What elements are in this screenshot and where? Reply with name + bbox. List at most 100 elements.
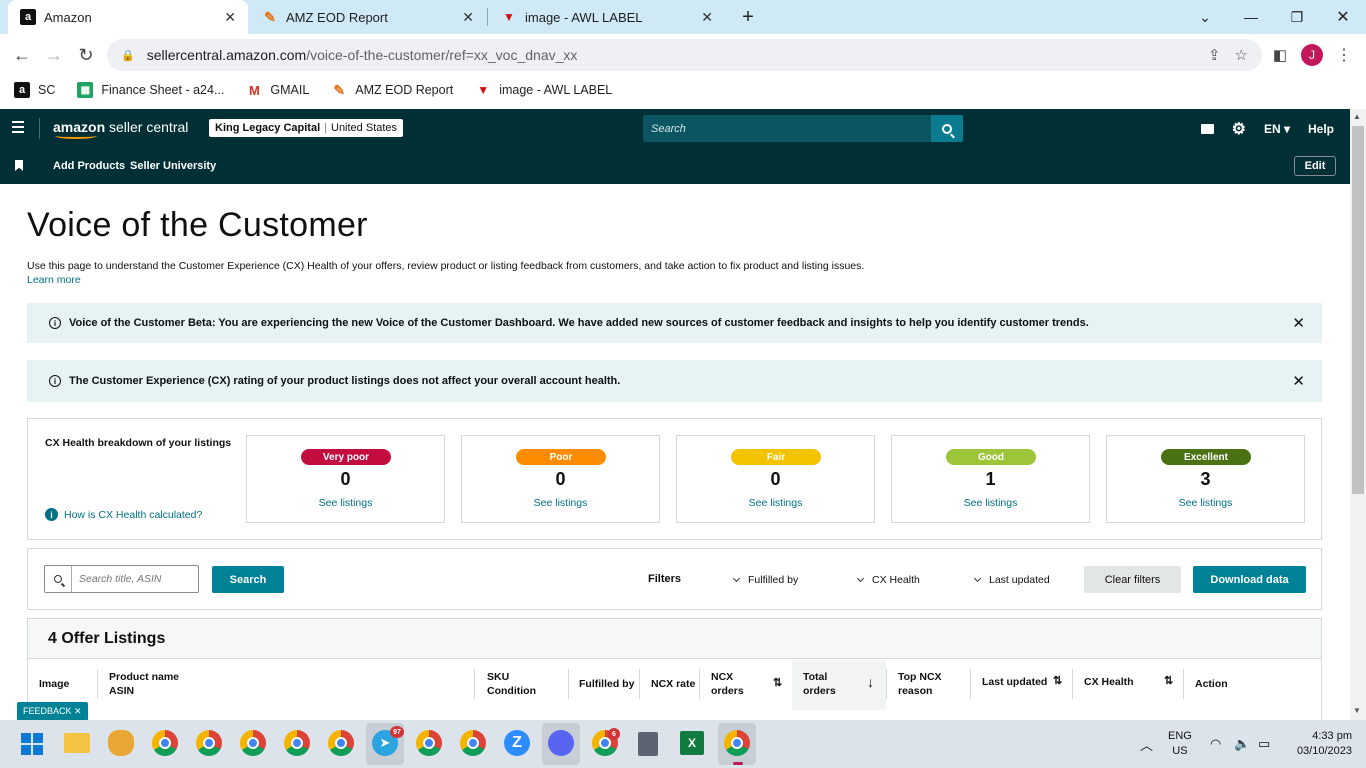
discord-app[interactable] xyxy=(542,723,580,765)
tab-amz-eod-report[interactable]: ✎ AMZ EOD Report ✕ xyxy=(250,0,486,34)
cx-health-dropdown[interactable]: CX Health xyxy=(856,574,920,586)
zoom-icon[interactable]: Z xyxy=(504,730,530,756)
clear-filters-button[interactable]: Clear filters xyxy=(1084,566,1181,593)
back-button[interactable]: ← xyxy=(8,41,36,69)
clock-time: 4:33 pm xyxy=(1312,730,1352,742)
col-top-ncx-reason[interactable]: Top NCX reason xyxy=(898,670,942,698)
bookmark-finance-sheet[interactable]: ▦ Finance Sheet - a24... xyxy=(77,82,224,98)
nav-add-products[interactable]: Add Products xyxy=(53,160,125,172)
language-indicator[interactable]: ENG US xyxy=(1168,720,1192,768)
file-explorer-icon[interactable] xyxy=(64,733,90,753)
sort-icon[interactable]: ⇅ xyxy=(1164,674,1173,687)
bookmark-gmail[interactable]: M GMAIL xyxy=(246,82,309,98)
search-button[interactable]: Search xyxy=(212,566,284,593)
seller-central-logo[interactable]: amazon seller central xyxy=(53,119,188,139)
chrome-icon[interactable] xyxy=(328,730,354,756)
close-icon[interactable]: ✕ xyxy=(462,9,474,26)
chrome-icon[interactable] xyxy=(284,730,310,756)
chrome-icon[interactable] xyxy=(460,730,486,756)
see-listings-link[interactable]: See listings xyxy=(1107,497,1304,509)
bookmark-star-icon[interactable]: ☆ xyxy=(1235,46,1248,64)
account-switcher[interactable]: King Legacy Capital | United States xyxy=(209,119,404,137)
chrome-icon[interactable] xyxy=(416,730,442,756)
see-listings-link[interactable]: See listings xyxy=(247,497,444,509)
mail-icon[interactable] xyxy=(1200,123,1214,134)
see-listings-link[interactable]: See listings xyxy=(677,497,874,509)
see-listings-link[interactable]: See listings xyxy=(892,497,1089,509)
chrome-icon[interactable] xyxy=(240,730,266,756)
scrollbar-thumb[interactable] xyxy=(1352,126,1364,494)
bookmark-icon[interactable] xyxy=(15,160,23,171)
nav-seller-university[interactable]: Seller University xyxy=(130,160,216,172)
telegram-app[interactable]: ➤ 97 xyxy=(366,723,404,765)
amazon-smile-icon xyxy=(55,133,97,139)
battery-icon[interactable]: ▭ xyxy=(1258,720,1270,768)
close-window-button[interactable]: ✕ xyxy=(1320,0,1366,34)
feedback-tab[interactable]: FEEDBACK ✕ xyxy=(17,702,88,720)
sort-descending-icon[interactable]: ↓ xyxy=(867,674,874,690)
bookmark-awl-label[interactable]: ▼ image - AWL LABEL xyxy=(475,82,612,98)
help-link[interactable]: Help xyxy=(1308,122,1334,136)
header-search-button[interactable] xyxy=(931,115,963,142)
scroll-up-arrow-icon[interactable]: ▲ xyxy=(1353,112,1361,121)
calculator-icon[interactable] xyxy=(638,732,658,756)
col-cx-health[interactable]: CX Health xyxy=(1084,675,1134,689)
bookmark-amz-eod-report[interactable]: ✎ AMZ EOD Report xyxy=(331,82,453,98)
listing-search-field[interactable] xyxy=(44,565,199,593)
close-icon[interactable]: ✕ xyxy=(1292,314,1305,332)
close-icon[interactable]: ✕ xyxy=(74,706,82,717)
address-bar[interactable]: 🔒 sellercentral.amazon.com /voice-of-the… xyxy=(107,39,1262,71)
app-icon[interactable] xyxy=(108,730,134,756)
notification-badge: 97 xyxy=(390,726,404,738)
col-last-updated[interactable]: Last updated xyxy=(982,675,1047,689)
col-ncx-rate[interactable]: NCX rate xyxy=(651,677,695,691)
close-icon[interactable]: ✕ xyxy=(1292,372,1305,390)
close-icon[interactable]: ✕ xyxy=(701,9,713,26)
chrome-icon[interactable] xyxy=(196,730,222,756)
tab-awl-label[interactable]: ▼ image - AWL LABEL ✕ xyxy=(489,0,725,34)
forward-button[interactable]: → xyxy=(40,41,68,69)
tray-overflow-icon[interactable]: ︿ xyxy=(1140,720,1153,768)
last-updated-dropdown[interactable]: Last updated xyxy=(973,574,1050,586)
close-icon[interactable]: ✕ xyxy=(224,9,236,26)
clock[interactable]: 4:33 pm 03/10/2023 xyxy=(1290,720,1352,768)
hamburger-menu-icon[interactable] xyxy=(12,121,24,133)
cx-listing-count: 0 xyxy=(555,469,566,489)
col-product-name[interactable]: Product name ASIN xyxy=(109,670,179,698)
gear-icon[interactable]: ⚙ xyxy=(1232,119,1246,139)
bookmark-sc[interactable]: a SC xyxy=(14,82,55,98)
new-tab-button[interactable]: + xyxy=(725,0,771,34)
download-data-button[interactable]: Download data xyxy=(1193,566,1306,593)
browser-menu-icon[interactable]: ⋮ xyxy=(1330,41,1358,69)
tab-amazon[interactable]: a Amazon ✕ xyxy=(8,0,248,34)
cx-health-how-link[interactable]: i How is CX Health calculated? xyxy=(45,508,202,521)
volume-icon[interactable]: 🔈 xyxy=(1234,720,1250,768)
header-search-input[interactable]: Search xyxy=(643,115,931,142)
scroll-down-arrow-icon[interactable]: ▼ xyxy=(1353,706,1361,715)
windows-start-icon[interactable] xyxy=(21,733,43,755)
sort-icon[interactable]: ⇅ xyxy=(1053,674,1062,687)
minimize-button[interactable]: — xyxy=(1228,0,1274,34)
edit-button[interactable]: Edit xyxy=(1294,156,1336,176)
side-panel-icon[interactable]: ◧ xyxy=(1266,41,1294,69)
chrome-icon[interactable] xyxy=(152,730,178,756)
awl-icon: ▼ xyxy=(503,10,515,24)
chrome-active-app[interactable] xyxy=(718,723,756,765)
listing-search-input[interactable] xyxy=(72,573,192,585)
see-listings-link[interactable]: See listings xyxy=(462,497,659,509)
language-selector[interactable]: EN ▾ xyxy=(1264,122,1290,136)
col-sku-condition[interactable]: SKU Condition xyxy=(487,670,536,698)
reload-button[interactable]: ↻ xyxy=(72,41,100,69)
col-fulfilled-by[interactable]: Fulfilled by xyxy=(579,677,634,691)
sort-icon[interactable]: ⇅ xyxy=(773,676,782,689)
share-icon[interactable]: ⇪ xyxy=(1208,46,1221,64)
restore-button[interactable]: ❐ xyxy=(1274,0,1320,34)
fulfilled-by-dropdown[interactable]: Fulfilled by xyxy=(732,574,798,586)
profile-avatar[interactable]: J xyxy=(1301,44,1323,66)
excel-icon[interactable]: X xyxy=(680,731,704,755)
learn-more-link[interactable]: Learn more xyxy=(27,274,81,286)
tab-search-button[interactable]: ⌄ xyxy=(1182,0,1228,34)
col-ncx-orders[interactable]: NCX orders xyxy=(711,670,744,698)
col-total-orders[interactable]: Total orders xyxy=(803,670,836,698)
wifi-icon[interactable]: ◠ xyxy=(1210,720,1221,768)
